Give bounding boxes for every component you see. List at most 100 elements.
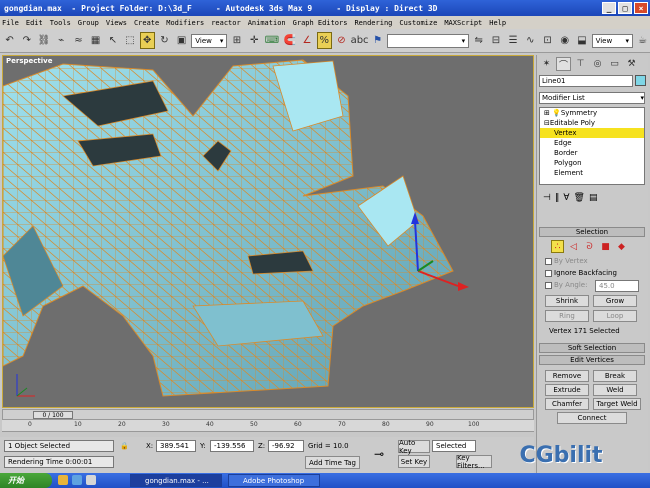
by-angle-field[interactable]: 45.0 bbox=[595, 280, 639, 292]
utilities-tab-icon[interactable]: ⚒ bbox=[624, 57, 639, 71]
select-region-icon[interactable]: ⬚ bbox=[122, 32, 137, 49]
create-tab-icon[interactable]: ✶ bbox=[539, 57, 554, 71]
key-icon[interactable]: ⊸ bbox=[374, 447, 384, 461]
bind-space-warp-icon[interactable]: ≈ bbox=[71, 32, 86, 49]
stack-item-symmetry[interactable]: ⊞ 💡 Symmetry bbox=[540, 108, 644, 118]
stack-item-vertex[interactable]: Vertex bbox=[540, 128, 644, 138]
soft-selection-rollout-header[interactable]: Soft Selection bbox=[539, 343, 645, 353]
set-key-button[interactable]: Set Key bbox=[398, 455, 430, 468]
select-filter-icon[interactable]: ▦ bbox=[88, 32, 103, 49]
time-slider[interactable]: 0 / 100 bbox=[33, 411, 73, 419]
menu-rendering[interactable]: Rendering bbox=[354, 19, 392, 27]
make-unique-icon[interactable]: ∀ bbox=[563, 193, 569, 203]
quick-launch-desktop-icon[interactable] bbox=[72, 475, 82, 485]
menu-animation[interactable]: Animation bbox=[248, 19, 286, 27]
spinner-snap-icon[interactable]: ⊘ bbox=[334, 32, 349, 49]
track-bar[interactable]: 0 10 20 30 40 50 60 70 80 90 100 bbox=[2, 420, 534, 432]
shrink-button[interactable]: Shrink bbox=[545, 295, 589, 307]
chamfer-button[interactable]: Chamfer bbox=[545, 398, 589, 410]
material-editor-icon[interactable]: ◉ bbox=[557, 32, 572, 49]
select-object-icon[interactable]: ↖ bbox=[105, 32, 120, 49]
named-selection-icon[interactable]: ⚑ bbox=[370, 32, 385, 49]
extrude-button[interactable]: Extrude bbox=[545, 384, 589, 396]
menu-tools[interactable]: Tools bbox=[50, 19, 71, 27]
unlink-icon[interactable]: ⌁ bbox=[54, 32, 69, 49]
menu-edit[interactable]: Edit bbox=[26, 19, 43, 27]
edit-named-selection-icon[interactable]: abc bbox=[351, 32, 369, 49]
select-manipulate-icon[interactable]: ✛ bbox=[247, 32, 262, 49]
edge-mode-icon[interactable]: ◁ bbox=[567, 240, 580, 253]
mirror-icon[interactable]: ⇋ bbox=[471, 32, 486, 49]
stack-item-element[interactable]: Element bbox=[540, 168, 644, 178]
menu-graph-editors[interactable]: Graph Editors bbox=[293, 19, 348, 27]
add-time-tag-button[interactable]: Add Time Tag bbox=[305, 456, 360, 469]
remove-modifier-icon[interactable]: 🗑 bbox=[574, 193, 585, 203]
modifier-list-select[interactable]: Modifier List ▾ bbox=[539, 92, 645, 104]
quick-render-icon[interactable]: ☕ bbox=[635, 32, 650, 49]
by-angle-checkbox[interactable]: By Angle: bbox=[545, 281, 587, 289]
pivot-center-icon[interactable]: ⊞ bbox=[229, 32, 244, 49]
link-icon[interactable]: ⛓ bbox=[36, 32, 51, 49]
polygon-mode-icon[interactable]: ■ bbox=[599, 240, 612, 253]
menu-views[interactable]: Views bbox=[106, 19, 127, 27]
task-photoshop[interactable]: Adobe Photoshop bbox=[228, 474, 320, 487]
border-mode-icon[interactable]: ᘐ bbox=[583, 240, 596, 253]
auto-key-button[interactable]: Auto Key bbox=[398, 439, 430, 455]
pin-stack-icon[interactable]: ⊣ bbox=[543, 193, 551, 203]
ignore-backfacing-checkbox[interactable]: Ignore Backfacing bbox=[545, 269, 617, 277]
y-coordinate-field[interactable]: -139.556 bbox=[210, 440, 254, 452]
weld-button[interactable]: Weld bbox=[593, 384, 637, 396]
align-icon[interactable]: ⊟ bbox=[488, 32, 503, 49]
show-end-result-icon[interactable]: ‖ bbox=[555, 193, 560, 203]
menu-group[interactable]: Group bbox=[78, 19, 99, 27]
modify-tab-icon[interactable]: ⌒ bbox=[556, 57, 571, 71]
remove-button[interactable]: Remove bbox=[545, 370, 589, 382]
by-vertex-checkbox[interactable]: By Vertex bbox=[545, 257, 588, 265]
angle-snap-icon[interactable]: ∠ bbox=[299, 32, 314, 49]
menu-maxscript[interactable]: MAXScript bbox=[444, 19, 482, 27]
menu-file[interactable]: File bbox=[2, 19, 19, 27]
edit-vertices-rollout-header[interactable]: Edit Vertices bbox=[539, 355, 645, 365]
select-rotate-icon[interactable]: ↻ bbox=[157, 32, 172, 49]
configure-sets-icon[interactable]: ▤ bbox=[589, 193, 598, 203]
curve-editor-icon[interactable]: ∿ bbox=[523, 32, 538, 49]
schematic-view-icon[interactable]: ⊡ bbox=[540, 32, 555, 49]
object-color-swatch[interactable] bbox=[635, 75, 646, 86]
select-move-icon[interactable]: ✥ bbox=[139, 32, 155, 49]
minimize-button[interactable]: _ bbox=[602, 2, 616, 14]
x-coordinate-field[interactable]: 389.541 bbox=[156, 440, 196, 452]
menu-create[interactable]: Create bbox=[134, 19, 159, 27]
maximize-button[interactable]: □ bbox=[618, 2, 632, 14]
render-type-select[interactable]: View ▾ bbox=[591, 33, 633, 48]
quick-launch-media-icon[interactable] bbox=[86, 475, 96, 485]
lock-selection-icon[interactable]: 🔒 bbox=[120, 442, 129, 450]
loop-button[interactable]: Loop bbox=[593, 310, 637, 322]
connect-button[interactable]: Connect bbox=[557, 412, 627, 424]
menu-help[interactable]: Help bbox=[489, 19, 506, 27]
menu-modifiers[interactable]: Modifiers bbox=[166, 19, 204, 27]
hierarchy-tab-icon[interactable]: ⊤ bbox=[573, 57, 588, 71]
stack-item-border[interactable]: Border bbox=[540, 148, 644, 158]
select-scale-icon[interactable]: ▣ bbox=[174, 32, 189, 49]
motion-tab-icon[interactable]: ◎ bbox=[590, 57, 605, 71]
keyboard-shortcut-icon[interactable]: ⌨ bbox=[264, 32, 280, 49]
key-mode-select[interactable]: Selected bbox=[432, 440, 476, 452]
stack-item-edge[interactable]: Edge bbox=[540, 138, 644, 148]
menu-customize[interactable]: Customize bbox=[399, 19, 437, 27]
vertex-mode-icon[interactable]: ∴ bbox=[551, 240, 564, 253]
menu-reactor[interactable]: reactor bbox=[211, 19, 241, 27]
time-slider-track[interactable]: 0 / 100 bbox=[2, 409, 534, 420]
ring-button[interactable]: Ring bbox=[545, 310, 589, 322]
z-coordinate-field[interactable]: -96.92 bbox=[268, 440, 304, 452]
break-button[interactable]: Break bbox=[593, 370, 637, 382]
redo-icon[interactable]: ↷ bbox=[19, 32, 34, 49]
named-selection-select[interactable]: ▾ bbox=[387, 33, 470, 48]
layer-manager-icon[interactable]: ☰ bbox=[506, 32, 521, 49]
element-mode-icon[interactable]: ◆ bbox=[615, 240, 628, 253]
start-button[interactable]: 开始 bbox=[0, 473, 52, 488]
grow-button[interactable]: Grow bbox=[593, 295, 637, 307]
reference-coordinate-select[interactable]: View ▾ bbox=[191, 33, 228, 48]
target-weld-button[interactable]: Target Weld bbox=[593, 398, 641, 410]
close-button[interactable]: × bbox=[634, 2, 648, 14]
task-3dsmax[interactable]: gongdian.max - ... bbox=[130, 474, 222, 487]
